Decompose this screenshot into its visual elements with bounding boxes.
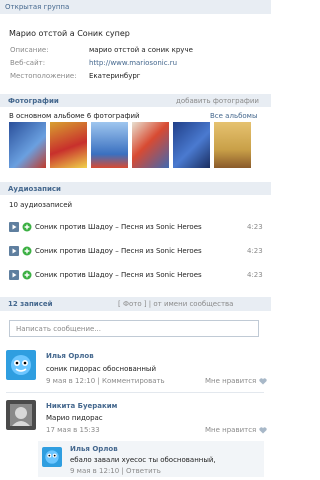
photo-thumbnail[interactable] (173, 122, 210, 168)
message-input-placeholder: Написать сообщение... (16, 325, 101, 333)
add-track-button[interactable] (22, 270, 32, 280)
add-icon (22, 246, 32, 256)
avatar-icon (45, 450, 59, 464)
group-status-bar: Открытая группа (0, 0, 271, 14)
add-icon (22, 270, 32, 280)
play-icon (12, 224, 17, 230)
wall-options[interactable]: [ Фото ] | от имени сообщества (118, 300, 233, 308)
info-label-description: Описание: (10, 46, 49, 54)
group-name: Марио отстой а Соник супер (9, 29, 130, 38)
play-icon (12, 272, 17, 278)
track-duration: 4:23 (247, 247, 263, 255)
track-duration: 4:23 (247, 223, 263, 231)
reply-author[interactable]: Илья Орлов (70, 445, 118, 453)
divider (6, 392, 264, 393)
add-track-button[interactable] (22, 222, 32, 232)
avatar-icon (11, 355, 31, 375)
add-icon (22, 222, 32, 232)
all-albums-link[interactable]: Все альбомы (210, 112, 257, 120)
avatar-icon (10, 404, 32, 426)
add-photos-link[interactable]: добавить фотографии (176, 97, 259, 105)
photo-thumbnail[interactable] (214, 122, 251, 168)
post-author[interactable]: Никита Буераким (46, 402, 117, 410)
photo-thumbnail[interactable] (132, 122, 169, 168)
track-title[interactable]: Соник против Шадоу – Песня из Sonic Hero… (35, 271, 202, 279)
album-caption: В основном альбоме 6 фотографий (9, 112, 140, 120)
avatar[interactable] (6, 400, 36, 430)
info-label-location: Местоположение: (10, 72, 77, 80)
avatar[interactable] (6, 350, 36, 380)
info-value-website[interactable]: http://www.mariosonic.ru (89, 59, 177, 67)
heart-icon (258, 426, 267, 433)
post-text: соник пидорас обоснованный (46, 365, 157, 373)
reply-meta[interactable]: 9 мая в 12:10 | Ответить (70, 467, 161, 475)
like-label: Мне нравится (205, 377, 257, 385)
like-button[interactable]: Мне нравится (205, 426, 267, 434)
photo-thumbnail[interactable] (9, 122, 46, 168)
audio-count: 10 аудиозаписей (9, 201, 73, 209)
photo-thumbnail[interactable] (50, 122, 87, 168)
post-text: Марио пидорас (46, 414, 103, 422)
message-input[interactable]: Написать сообщение... (9, 320, 259, 337)
photo-thumbnail[interactable] (91, 122, 128, 168)
track-title[interactable]: Соник против Шадоу – Песня из Sonic Hero… (35, 247, 202, 255)
reply-text: ебало завали хуесос ты обоснованный, (70, 456, 216, 464)
track-title[interactable]: Соник против Шадоу – Песня из Sonic Hero… (35, 223, 202, 231)
info-label-website: Веб-сайт: (10, 59, 46, 67)
track-duration: 4:23 (247, 271, 263, 279)
play-icon (12, 248, 17, 254)
play-button[interactable] (9, 222, 19, 232)
info-value-description: марио отстой а соник круче (89, 46, 193, 54)
play-button[interactable] (9, 270, 19, 280)
photos-header[interactable]: Фотографии (8, 97, 59, 105)
heart-icon (258, 377, 267, 384)
audio-header[interactable]: Аудиозаписи (8, 185, 61, 193)
like-label: Мне нравится (205, 426, 257, 434)
info-value-location: Екатеринбург (89, 72, 141, 80)
play-button[interactable] (9, 246, 19, 256)
post-meta: 17 мая в 15:33 (46, 426, 100, 434)
wall-count[interactable]: 12 записей (8, 300, 53, 308)
like-button[interactable]: Мне нравится (205, 377, 267, 385)
post-author[interactable]: Илья Орлов (46, 352, 94, 360)
post-meta[interactable]: 9 мая в 12:10 | Комментировать (46, 377, 165, 385)
group-status: Открытая группа (5, 3, 70, 11)
avatar[interactable] (42, 447, 62, 467)
add-track-button[interactable] (22, 246, 32, 256)
